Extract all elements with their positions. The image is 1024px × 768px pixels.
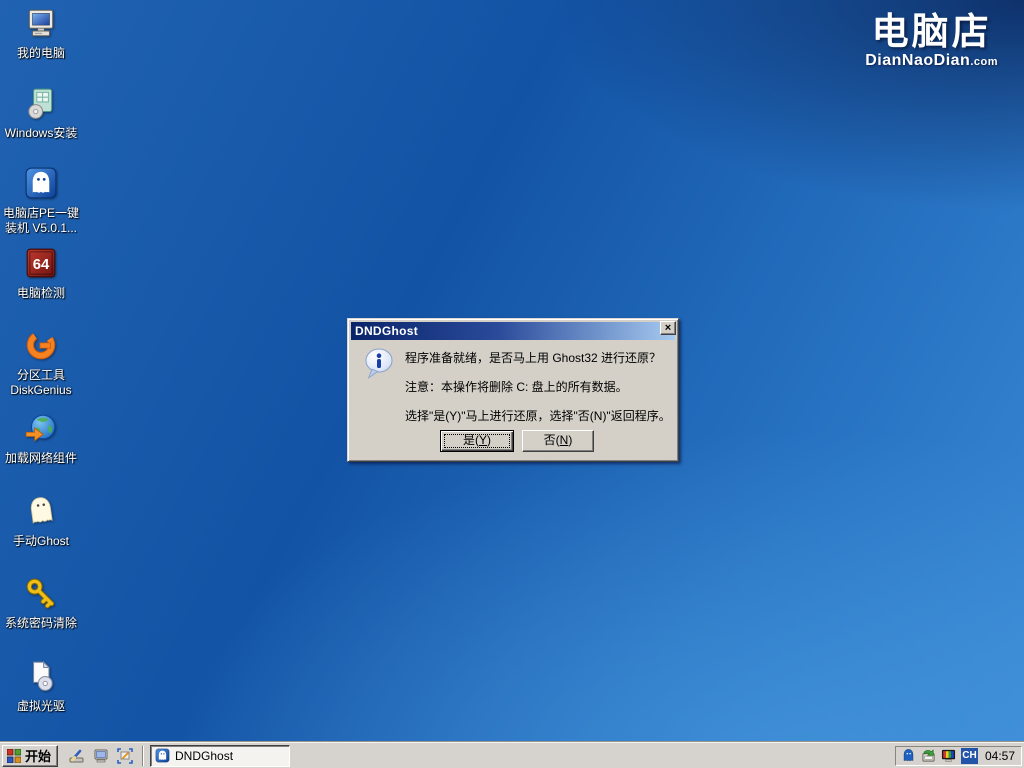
ghost-tray-icon[interactable] — [901, 748, 917, 764]
desktop-icon-my-computer[interactable]: 我的电脑 — [0, 6, 82, 61]
white-ghost-icon — [24, 494, 58, 528]
brand-subtitle: DianNaoDian.com — [865, 52, 998, 70]
detect-64-icon: 64 — [24, 246, 58, 280]
dialog-title: DNDGhost — [355, 324, 418, 338]
system-tray: CH 04:57 — [895, 746, 1022, 766]
quick-launch — [68, 747, 134, 765]
svg-text:64: 64 — [33, 257, 50, 273]
task-button-label: DNDGhost — [175, 749, 233, 763]
desktop-icon-load-network[interactable]: 加载网络组件 — [0, 411, 82, 466]
diskgenius-g-icon — [24, 328, 58, 362]
desktop-cleanup-icon[interactable] — [68, 747, 86, 765]
start-grid-icon — [7, 749, 21, 763]
desktop-icon-manual-ghost[interactable]: 手动Ghost — [0, 494, 82, 549]
info-icon — [361, 346, 397, 382]
desktop-icon-virtual-cdrom[interactable]: 虚拟光驱 — [0, 659, 82, 714]
desktop-icon-password-clear[interactable]: 系统密码清除 — [0, 576, 82, 631]
blue-ghost-icon — [155, 748, 170, 763]
desktop-icon-label: 系统密码清除 — [0, 616, 82, 631]
no-button[interactable]: 否(N) — [522, 430, 594, 452]
taskbar-clock[interactable]: 04:57 — [985, 749, 1015, 763]
desktop-icon-diskgenius[interactable]: 分区工具 DiskGenius — [0, 328, 82, 398]
brand-logo: 电脑店 DianNaoDian.com — [865, 12, 998, 70]
dialog-titlebar[interactable]: DNDGhost — [351, 322, 675, 340]
dndghost-dialog: DNDGhost × 程序准备就绪，是否马上用 Ghost32 进行还原？ 注意… — [347, 318, 679, 462]
desktop-icon-label: 我的电脑 — [0, 46, 82, 61]
dialog-message-line: 程序准备就绪，是否马上用 Ghost32 进行还原？ — [405, 349, 661, 366]
start-button[interactable]: 开始 — [2, 745, 58, 767]
ramdisk-tray-icon[interactable] — [921, 748, 937, 764]
display-properties-icon[interactable] — [116, 747, 134, 765]
display-tray-icon[interactable] — [941, 748, 957, 764]
desktop-icon-windows-install[interactable]: Windows安装 — [0, 86, 82, 141]
desktop-icon-pc-detect[interactable]: 64 电脑检测 — [0, 246, 82, 301]
taskbar: 开始 — [0, 742, 1024, 768]
blue-ghost-icon — [24, 166, 58, 200]
computer-quicklaunch-icon[interactable] — [92, 747, 110, 765]
desktop-icon-label: 手动Ghost — [0, 534, 82, 549]
close-icon[interactable]: × — [660, 321, 676, 335]
task-button-dndghost[interactable]: DNDGhost — [150, 745, 290, 767]
desktop-icon-label: 电脑检测 — [0, 286, 82, 301]
desktop-icon-label: 分区工具 DiskGenius — [0, 368, 82, 398]
install-disc-icon — [24, 86, 58, 120]
desktop-icon-label: 加载网络组件 — [0, 451, 82, 466]
brand-title: 电脑店 — [865, 12, 998, 52]
desktop-icon-pe-one-key-install[interactable]: 电脑店PE一键 装机 V5.0.1... — [0, 166, 82, 236]
globe-arrow-icon — [24, 411, 58, 445]
pe-desktop: { "desktop": { "logo": { "title": "电脑店",… — [0, 0, 1024, 768]
language-indicator[interactable]: CH — [961, 748, 978, 764]
yes-button[interactable]: 是(Y) — [440, 430, 514, 452]
desktop-icon-label: Windows安装 — [0, 126, 82, 141]
computer-icon — [24, 6, 58, 40]
start-label: 开始 — [25, 746, 51, 765]
gold-key-icon — [24, 576, 58, 610]
taskbar-separator — [142, 746, 144, 766]
dialog-message-line: 注意：本操作将删除 C: 盘上的所有数据。 — [405, 378, 628, 395]
desktop-icon-label: 电脑店PE一键 装机 V5.0.1... — [0, 206, 82, 236]
dialog-message-line: 选择"是(Y)"马上进行还原，选择"否(N)"返回程序。 — [405, 407, 671, 424]
doc-disc-icon — [24, 659, 58, 693]
desktop-icon-label: 虚拟光驱 — [0, 699, 82, 714]
